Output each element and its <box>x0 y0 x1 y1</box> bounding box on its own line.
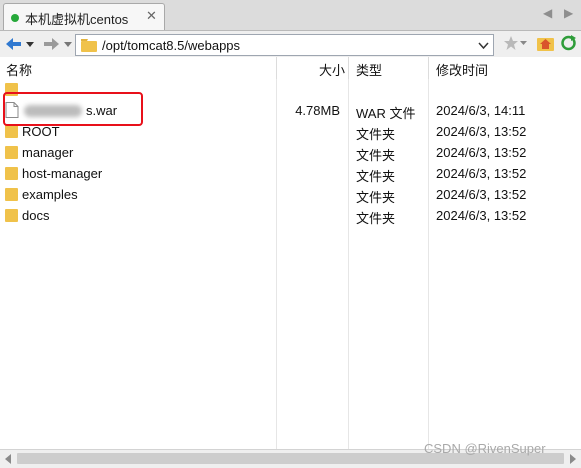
file-type: 文件夹 <box>356 211 396 226</box>
column-header-modified[interactable]: 修改时间 <box>436 60 488 79</box>
refresh-icon[interactable] <box>560 35 577 51</box>
back-button[interactable] <box>3 34 37 54</box>
forward-button[interactable] <box>42 34 72 54</box>
connected-status-icon <box>11 14 19 22</box>
address-path[interactable]: /opt/tomcat8.5/webapps <box>102 38 240 53</box>
tab-scroll-right-icon[interactable]: ▶ <box>564 6 573 20</box>
folder-icon <box>5 125 18 138</box>
file-name: examples <box>22 187 78 202</box>
file-name: host-manager <box>22 166 103 181</box>
address-bar[interactable]: /opt/tomcat8.5/webapps <box>75 34 494 56</box>
scroll-left-icon[interactable] <box>4 454 12 464</box>
list-item[interactable]: host-manager 文件夹 2024/6/3, 13:52 <box>0 163 581 184</box>
file-list: .. s.war 4.78MB WAR 文件 2024/6/3, 14:11 R… <box>0 79 581 449</box>
file-modified: 2024/6/3, 13:52 <box>436 124 527 139</box>
column-header-size[interactable]: 大小 <box>319 60 345 79</box>
file-type: 文件夹 <box>356 127 396 142</box>
file-name: docs <box>22 208 50 223</box>
folder-icon <box>81 39 97 52</box>
list-item[interactable]: docs 文件夹 2024/6/3, 13:52 <box>0 205 581 226</box>
scroll-right-icon[interactable] <box>569 454 577 464</box>
chevron-down-icon[interactable] <box>478 40 489 51</box>
file-type: 文件夹 <box>356 148 396 163</box>
file-modified: 2024/6/3, 13:52 <box>436 187 527 202</box>
folder-icon <box>5 209 18 222</box>
file-type: 文件夹 <box>356 190 396 205</box>
list-item[interactable]: manager 文件夹 2024/6/3, 13:52 <box>0 142 581 163</box>
file-modified: 2024/6/3, 13:52 <box>436 145 527 160</box>
file-modified: 2024/6/3, 13:52 <box>436 166 527 181</box>
tab-centos[interactable]: 本机虚拟机centos ✕ <box>3 3 165 30</box>
folder-icon <box>5 146 18 159</box>
forward-arrow-icon <box>44 38 59 50</box>
file-list-header: 名称 大小 类型 修改时间 <box>0 57 581 80</box>
chevron-down-icon[interactable] <box>520 41 527 46</box>
file-modified: 2024/6/3, 13:52 <box>436 208 527 223</box>
folder-icon <box>5 167 18 180</box>
highlight-annotation <box>3 92 143 126</box>
folder-icon <box>5 188 18 201</box>
file-modified: 2024/6/3, 14:11 <box>436 103 526 118</box>
column-header-name[interactable]: 名称 <box>6 60 32 79</box>
chevron-down-icon <box>64 42 72 47</box>
watermark: CSDN @RivenSuper <box>424 441 546 456</box>
file-size: 4.78MB <box>295 103 340 118</box>
home-folder-icon[interactable] <box>537 35 554 51</box>
bookmark-star-icon[interactable] <box>503 35 519 51</box>
chevron-down-icon <box>26 42 34 47</box>
column-header-type[interactable]: 类型 <box>356 60 382 79</box>
back-arrow-icon <box>6 38 21 50</box>
list-item[interactable]: examples 文件夹 2024/6/3, 13:52 <box>0 184 581 205</box>
file-type: 文件夹 <box>356 169 396 184</box>
file-name: manager <box>22 145 74 160</box>
file-type: WAR 文件 <box>356 106 416 121</box>
tab-title: 本机虚拟机centos <box>25 12 129 27</box>
tab-bar: 本机虚拟机centos ✕ ◀ ▶ <box>0 0 581 31</box>
file-name: ROOT <box>22 124 60 139</box>
tab-scroll-left-icon[interactable]: ◀ <box>543 6 552 20</box>
navigation-toolbar: /opt/tomcat8.5/webapps <box>0 31 581 59</box>
close-tab-icon[interactable]: ✕ <box>146 8 157 24</box>
